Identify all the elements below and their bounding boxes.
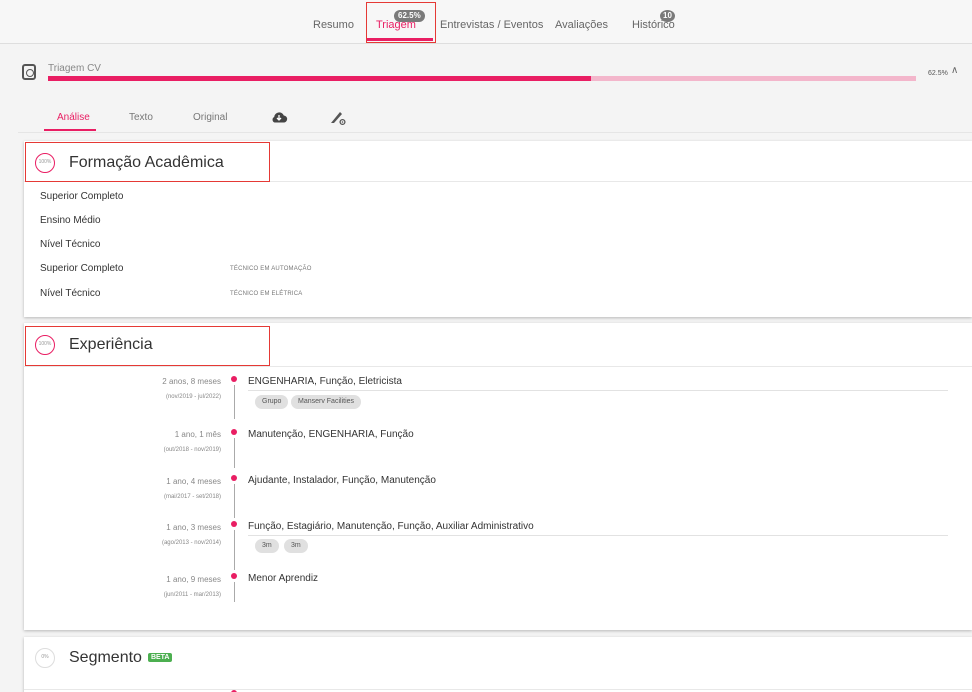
- subtab-analise[interactable]: Análise: [57, 112, 90, 123]
- experience-separator: [248, 390, 948, 391]
- experience-title: Manutenção, ENGENHARIA, Função: [248, 429, 414, 440]
- experiencia-score-circle: 100%: [35, 335, 55, 355]
- triagem-cv-title: Triagem CV: [48, 63, 101, 74]
- experience-date-range: (out/2018 - nov/2019): [163, 447, 221, 453]
- formacao-title: Formação Acadêmica: [69, 154, 224, 171]
- beta-badge: BETA: [147, 653, 173, 663]
- timeline-line: [234, 530, 235, 570]
- experience-date-range: (mai/2017 - set/2018): [163, 494, 221, 500]
- timeline-dot: [231, 429, 237, 435]
- experience-duration: 2 anos, 8 meses: [162, 377, 221, 386]
- timeline-line: [234, 582, 235, 602]
- experience-date-range: (jun/2011 - mar/2013): [163, 592, 221, 598]
- timeline-line: [234, 484, 235, 518]
- experience-date-range: (ago/2013 - nov/2014): [161, 540, 221, 546]
- experience-title: Ajudante, Instalador, Função, Manutenção: [248, 475, 436, 486]
- card-divider: [24, 366, 972, 367]
- segmento-card: 0% Segmento BETA: [24, 637, 972, 692]
- subtab-indicator: [44, 129, 96, 131]
- experience-title: Função, Estagiário, Manutenção, Função, …: [248, 521, 534, 532]
- historico-badge: 10: [660, 10, 675, 22]
- tab-avaliacoes[interactable]: Avaliações: [555, 19, 608, 31]
- timeline-dot: [231, 521, 237, 527]
- experiencia-card: 100% Experiência 2 anos, 8 meses (nov/20…: [24, 323, 972, 630]
- subtab-texto[interactable]: Texto: [129, 112, 153, 123]
- card-divider: [24, 181, 972, 182]
- experience-title: ENGENHARIA, Função, Eletricista: [248, 376, 402, 387]
- segmento-title: Segmento BETA: [69, 649, 173, 667]
- tab-resumo[interactable]: Resumo: [313, 19, 354, 31]
- edu-row-label: Superior Completo: [40, 191, 124, 202]
- triagem-progress-bar: [48, 76, 916, 81]
- top-nav: Resumo Triagem 62.5% Entrevistas / Event…: [0, 0, 972, 44]
- experience-date-range: (nov/2019 - jul/2022): [165, 394, 221, 400]
- segmento-score-circle: 0%: [35, 648, 55, 668]
- edu-row-label: Nível Técnico: [40, 239, 101, 250]
- edu-row-detail: Técnico em elétrica: [230, 291, 303, 297]
- experience-duration: 1 ano, 1 mês: [174, 430, 221, 439]
- experience-duration: 1 ano, 4 meses: [166, 477, 221, 486]
- experience-separator: [248, 535, 948, 536]
- format-settings-icon[interactable]: [330, 110, 348, 131]
- experience-chip: 3m: [255, 539, 279, 553]
- experience-duration: 1 ano, 9 meses: [166, 575, 221, 584]
- experience-chip: Grupo: [255, 395, 289, 409]
- triagem-progress-fill: [48, 76, 591, 81]
- triagem-percent: 62.5%: [928, 70, 948, 77]
- document-search-icon: [22, 64, 36, 80]
- edu-row-label: Nível Técnico: [40, 288, 101, 299]
- experiencia-title: Experiência: [69, 336, 153, 353]
- edu-row-label: Ensino Médio: [40, 215, 101, 226]
- timeline-line: [234, 438, 235, 468]
- experience-chip: 3m: [284, 539, 308, 553]
- formacao-card: 100% Formação Acadêmica Superior Complet…: [24, 141, 972, 317]
- experience-title: Menor Aprendiz: [248, 573, 319, 584]
- triagem-badge: 62.5%: [394, 10, 425, 22]
- timeline-line: [234, 385, 235, 419]
- chevron-up-icon[interactable]: ∧: [951, 65, 958, 76]
- formacao-score-circle: 100%: [35, 153, 55, 173]
- experience-duration: 1 ano, 3 meses: [166, 523, 221, 532]
- cloud-download-icon[interactable]: [270, 110, 288, 129]
- tab-entrevistas[interactable]: Entrevistas / Eventos: [440, 19, 543, 31]
- edu-row-label: Superior Completo: [40, 263, 124, 274]
- experience-chip: Manserv Facilities: [291, 395, 362, 409]
- card-divider: [24, 689, 972, 690]
- subtab-divider: [18, 132, 972, 133]
- timeline-dot: [231, 573, 237, 579]
- segmento-title-text: Segmento: [69, 649, 142, 666]
- timeline-dot: [231, 376, 237, 382]
- timeline-dot: [231, 475, 237, 481]
- edu-row-detail: Técnico em automação: [230, 266, 312, 272]
- active-tab-indicator: [367, 38, 433, 41]
- subtab-original[interactable]: Original: [193, 112, 227, 123]
